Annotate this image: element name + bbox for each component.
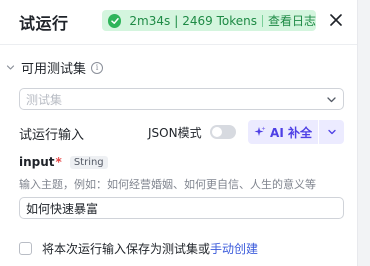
token-count: 2469 Tokens (182, 13, 258, 28)
test-set-title: 可用测试集 (21, 62, 87, 77)
chevron-down-icon (326, 94, 337, 108)
required-mark: * (55, 155, 62, 169)
view-log-link[interactable]: 查看日志 (268, 12, 316, 29)
sparkle-icon (254, 126, 266, 138)
run-status-badge: 2m34s | 2469 Tokens 查看日志 (102, 10, 316, 31)
panel-title: 试运行 (19, 14, 69, 33)
chevron-down-icon (327, 129, 336, 135)
test-set-placeholder: 测试集 (26, 92, 63, 107)
ai-fill-dropdown-button[interactable] (319, 120, 344, 144)
panel-scroll-edge (357, 0, 370, 266)
json-mode-toggle[interactable] (210, 125, 236, 139)
close-icon (330, 14, 342, 26)
ai-fill-button[interactable]: AI 补全 (248, 120, 318, 144)
field-description: 输入主题，例如：如何经营婚姻、如何更自信、人生的意义等 (19, 178, 316, 191)
panel-header: 试运行 2m34s | 2469 Tokens 查看日志 (0, 0, 358, 42)
close-button[interactable] (328, 12, 344, 28)
json-mode-label: JSON模式 (148, 126, 202, 140)
check-circle-icon (108, 13, 122, 28)
field-type-tag: String (69, 155, 108, 169)
chevron-down-icon (6, 63, 16, 73)
run-input-row: 试运行输入 JSON模式 AI 补全 (19, 120, 345, 144)
status-separator: | (174, 13, 179, 28)
save-as-test-set-row: 将本次运行输入保存为测试集或 手动创建 (19, 240, 258, 257)
run-duration: 2m34s (129, 13, 171, 28)
info-icon[interactable]: i (91, 61, 104, 74)
manual-create-link[interactable]: 手动创建 (210, 240, 258, 257)
test-run-panel: 试运行 2m34s | 2469 Tokens 查看日志 可用测试集 i 测试集… (0, 0, 358, 266)
status-divider (262, 14, 263, 27)
save-test-set-checkbox[interactable] (19, 242, 32, 255)
toggle-knob (212, 127, 222, 137)
test-set-select[interactable]: 测试集 (19, 88, 344, 110)
input-value-field[interactable] (19, 197, 344, 219)
input-field-label: input * String (19, 155, 108, 169)
save-test-set-text: 将本次运行输入保存为测试集或 (42, 242, 211, 256)
run-input-label: 试运行输入 (19, 128, 85, 143)
ai-fill-label: AI 补全 (270, 125, 312, 140)
test-set-section-toggle[interactable]: 可用测试集 i (6, 58, 104, 77)
field-name: input (19, 155, 55, 169)
header-divider (0, 44, 358, 45)
